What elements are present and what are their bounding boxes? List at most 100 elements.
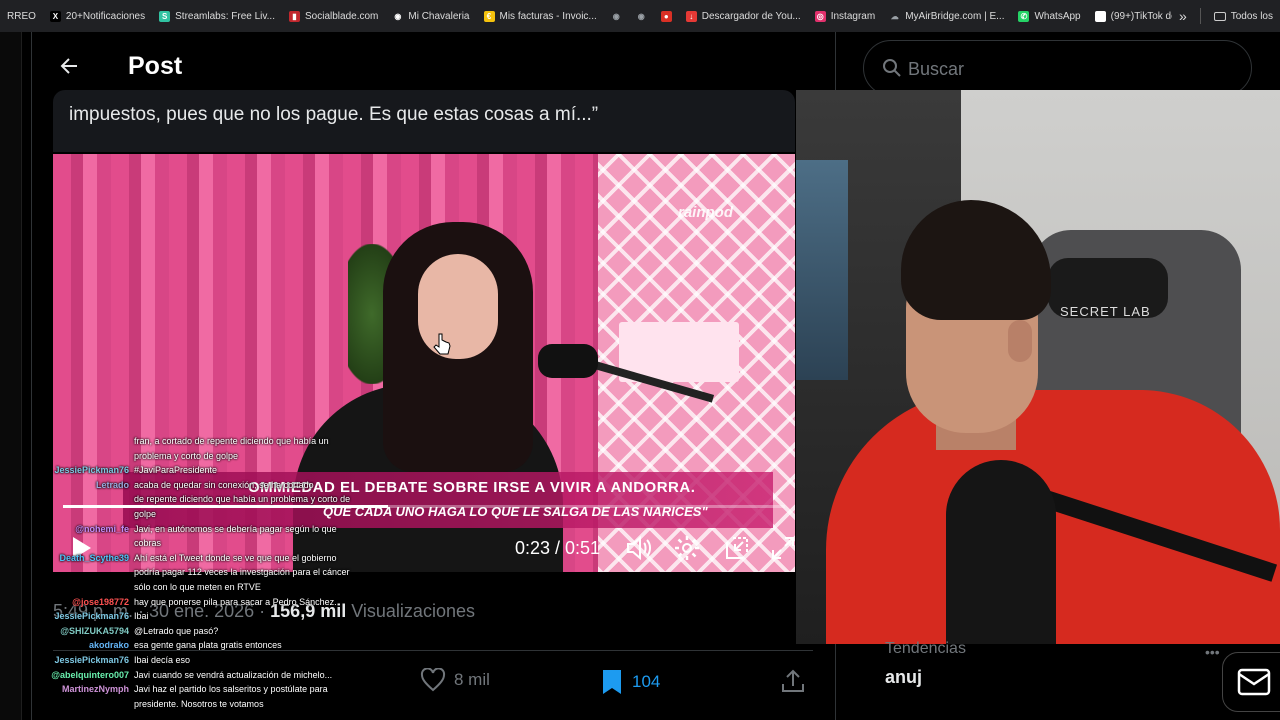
x-logo-icon: X: [49, 10, 61, 22]
quote-card: impuestos, pues que no los pague. Es que…: [53, 90, 795, 152]
webcam-monitor: [796, 160, 848, 380]
screen: RREO X 20+Notificaciones S Streamlabs: Free …: [0, 0, 1280, 720]
messages-button[interactable]: [1222, 652, 1280, 712]
video-progress-fill: [63, 505, 388, 508]
trends-label: Tendencias: [885, 640, 966, 657]
bookmark-label: Streamlabs: Free Liv...: [175, 10, 275, 22]
bookmarks-bar-right: » Todos los: [1171, 0, 1280, 32]
bookmark-filled-icon: [603, 670, 621, 694]
video-person-face: [418, 254, 498, 359]
webcam-chair-brand: SECRET LAB: [1060, 304, 1151, 319]
search-input[interactable]: Buscar: [863, 40, 1252, 96]
whatsapp-icon: ✆: [1018, 10, 1030, 22]
settings-gear-icon[interactable]: [673, 534, 701, 562]
search-placeholder: Buscar: [908, 59, 965, 79]
views-label: Visualizaciones: [351, 601, 475, 621]
all-bookmarks-label: Todos los: [1230, 10, 1273, 22]
webcam-microphone: [946, 460, 1056, 644]
globe-icon: ◉: [612, 11, 620, 21]
bookmark-red-icon: ●: [660, 10, 672, 22]
bookmarks-separator: [1199, 8, 1201, 24]
bookmark-label: Socialblade.com: [304, 10, 379, 22]
back-arrow-icon[interactable]: [57, 54, 81, 78]
bookmark-item[interactable]: ◉: [604, 0, 629, 32]
post-date: 5:49 p. m. · 30 ene. 2026 ·: [53, 601, 266, 621]
webcam-overlay: SECRET LAB: [796, 90, 1280, 644]
instagram-icon: ◎: [814, 10, 826, 22]
chat-message: Javi cuando se vendrá actualización de m…: [134, 669, 333, 680]
views-count: 156,9 mil: [270, 601, 347, 621]
bookmark-item[interactable]: ✆ WhatsApp: [1011, 0, 1087, 32]
trend-item[interactable]: anuj: [885, 667, 922, 688]
bookmark-item[interactable]: ↓ Descargador de You...: [679, 0, 808, 32]
chevron-right-icon[interactable]: »: [1172, 0, 1194, 32]
video-banner-line1: OMMIEDAD EL DEBATE SOBRE IRSE A VIVIR A …: [248, 479, 696, 496]
bookmarks-bar: RREO X 20+Notificaciones S Streamlabs: Free …: [0, 0, 1280, 32]
more-options-icon[interactable]: •••: [1205, 644, 1220, 660]
bookmark-label: WhatsApp: [1034, 10, 1081, 22]
post-meta: 5:49 p. m. · 30 ene. 2026 · 156,9 mil Vi…: [53, 601, 475, 622]
bookmarks-count: 104: [632, 672, 661, 691]
action-divider: [53, 650, 813, 651]
globe-icon: ◉: [394, 11, 402, 21]
share-button[interactable]: [780, 668, 806, 694]
chat-message: sólo con lo que meten en RTVE: [134, 582, 261, 592]
share-icon: [782, 669, 804, 692]
chat-message: Ibai decía eso: [134, 655, 191, 665]
video-microphone: [538, 344, 598, 378]
envelope-icon: [1237, 668, 1271, 696]
quote-text: impuestos, pues que no los pague. Es que…: [69, 104, 599, 125]
all-bookmarks-button[interactable]: Todos los: [1207, 0, 1280, 32]
bookmark-item[interactable]: ☁ MyAirBridge.com | E...: [882, 0, 1011, 32]
chat-username[interactable]: MartinezNymph: [62, 682, 129, 697]
chat-username[interactable]: JessiePickman76: [54, 653, 129, 668]
socialblade-icon: ▮: [288, 10, 300, 22]
likes-count: 8 mil: [454, 670, 490, 689]
bookmark-item[interactable]: S Streamlabs: Free Liv...: [152, 0, 282, 32]
bookmark-button[interactable]: 104: [600, 668, 660, 696]
bookmark-item[interactable]: RREO: [0, 0, 43, 32]
bookmark-item[interactable]: ▮ Socialblade.com: [282, 0, 385, 32]
play-icon[interactable]: [71, 536, 93, 560]
chat-message: Javi haz el partido los salseritos y pos…: [134, 684, 328, 695]
download-icon: ↓: [685, 10, 697, 22]
webcam-person-ear: [1008, 320, 1032, 362]
chat-username[interactable]: @abelquintero007: [51, 668, 129, 683]
bookmark-label: Mi Chavaleria: [408, 10, 470, 22]
video-progress-bar[interactable]: [63, 505, 785, 508]
bookmark-item[interactable]: ◉ Mi Chavaleria: [385, 0, 476, 32]
bookmark-item[interactable]: X 20+Notificaciones: [43, 0, 152, 32]
volume-icon[interactable]: [625, 534, 653, 562]
heart-icon: [420, 668, 446, 692]
bookmark-item[interactable]: ●: [654, 0, 679, 32]
bookmark-label: MyAirBridge.com | E...: [905, 10, 1005, 22]
video-player[interactable]: rainpod OMMIEDAD EL DEBATE SOBRE IRSE A …: [53, 154, 795, 572]
tiktok-icon: ♪: [1094, 10, 1106, 22]
bookmark-item[interactable]: ◎ Instagram: [808, 0, 882, 32]
fullscreen-icon[interactable]: [769, 534, 795, 562]
bookmark-label: 20+Notificaciones: [65, 10, 146, 22]
left-nav-edge: [22, 32, 32, 720]
video-time: 0:23 / 0:51: [515, 538, 601, 558]
page-title: Post: [128, 52, 183, 80]
invoice-icon: €: [483, 10, 495, 22]
picture-in-picture-icon[interactable]: [723, 534, 751, 562]
bookmark-label: RREO: [7, 10, 36, 22]
search-icon: [883, 59, 901, 77]
left-sidebar-strip: [0, 32, 22, 720]
chat-message: presidente. Nosotros te votamos: [134, 698, 264, 709]
like-button[interactable]: 8 mil: [420, 668, 490, 692]
video-watermark: rainpod: [678, 204, 733, 221]
cloud-icon: ☁: [890, 11, 899, 21]
streamlabs-icon: S: [159, 10, 171, 22]
chat-username[interactable]: @SHIZUKA5794: [60, 624, 129, 639]
bookmark-item[interactable]: ◉: [629, 0, 654, 32]
globe-icon: ◉: [637, 11, 645, 21]
folder-icon: [1213, 11, 1226, 21]
bookmark-label: Mis facturas - Invoic...: [499, 10, 597, 22]
bookmark-label: Descargador de You...: [701, 10, 801, 22]
chat-message: @Letrado que pasó?: [134, 625, 219, 636]
mouse-cursor-icon: [433, 333, 451, 355]
bookmark-item[interactable]: € Mis facturas - Invoic...: [477, 0, 604, 32]
bookmark-label: Instagram: [830, 10, 876, 22]
